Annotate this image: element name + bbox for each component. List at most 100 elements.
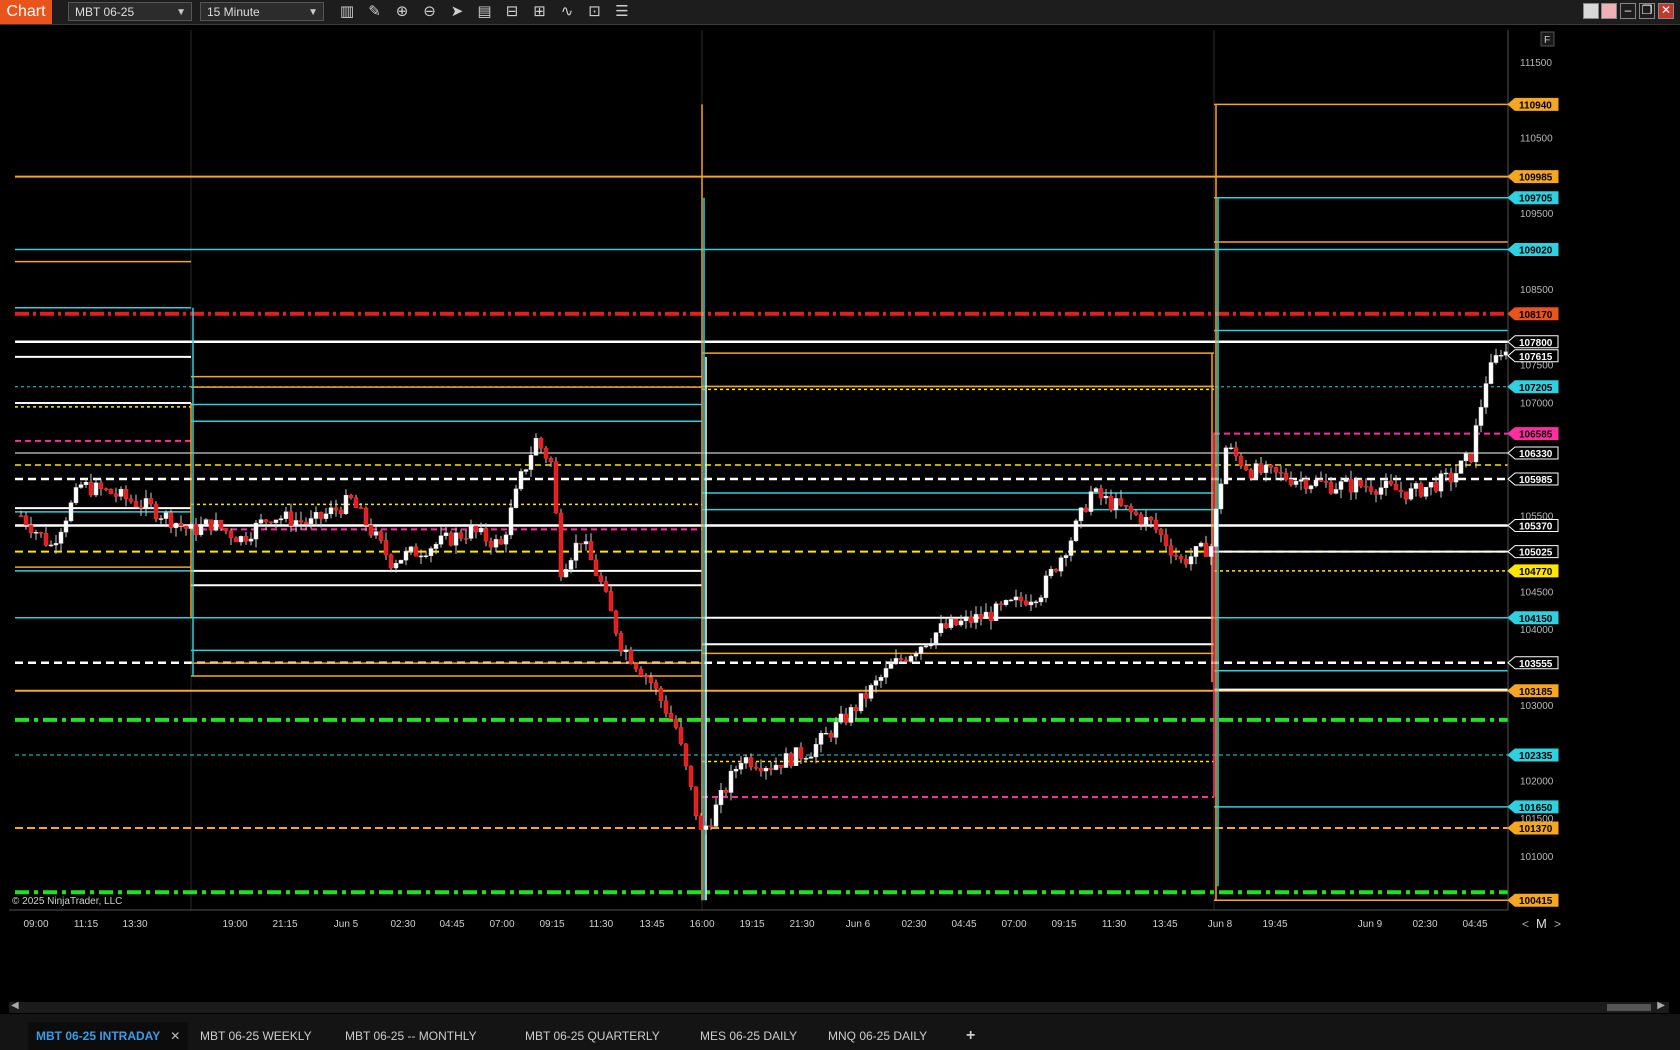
time-tick-label: 04:45: [951, 919, 976, 930]
tab-mes-daily[interactable]: MES 06-25 DAILY: [692, 1022, 805, 1050]
tab-label: MBT 06-25 QUARTERLY: [525, 1029, 660, 1043]
candle-body: [863, 693, 869, 699]
candle-body: [928, 643, 934, 647]
candle-body: [1483, 383, 1489, 408]
tab-mbt-intraday[interactable]: MBT 06-25 INTRADAY ✕: [28, 1022, 189, 1050]
pointer-icon[interactable]: ➤: [446, 2, 468, 22]
price-label-text: 107615: [1519, 352, 1553, 363]
chart-tag[interactable]: Chart: [0, 0, 52, 24]
candle-body: [923, 645, 929, 648]
candle-body: [933, 632, 939, 644]
candle-body: [298, 520, 304, 523]
candle-body: [593, 559, 599, 576]
candle-body: [148, 498, 154, 505]
templates-icon[interactable]: ⊟: [501, 2, 523, 22]
candle-body: [1408, 488, 1414, 500]
candle-body: [228, 530, 234, 539]
candle-body: [1128, 506, 1134, 513]
close-tab-icon[interactable]: ✕: [170, 1029, 180, 1043]
candle-body: [673, 718, 679, 728]
candle-body: [743, 757, 749, 764]
candle-body: [538, 437, 544, 449]
candle-body: [1493, 355, 1499, 363]
add-tab-button[interactable]: +: [958, 1022, 983, 1050]
data-box-icon[interactable]: ▤: [474, 2, 496, 22]
candle-body: [1018, 596, 1024, 602]
scroll-left-icon[interactable]: ◀: [11, 1000, 19, 1011]
indicators-icon[interactable]: ∿: [556, 2, 578, 22]
candle-body: [758, 768, 764, 772]
candle-body: [463, 538, 469, 540]
candle-body: [453, 532, 459, 546]
restore-tile-icon[interactable]: [1583, 3, 1599, 19]
candle-body: [278, 518, 284, 521]
price-chart[interactable]: 1115001105001095001085001075001070001060…: [9, 30, 1622, 976]
list-icon[interactable]: ☰: [611, 2, 633, 22]
zoom-in-icon[interactable]: ⊕: [391, 2, 413, 22]
pencil-icon[interactable]: ✎: [364, 2, 386, 22]
candle-body: [1318, 479, 1324, 482]
minimize-icon[interactable]: –: [1620, 3, 1636, 19]
scroll-right-button[interactable]: >: [1554, 917, 1561, 931]
bars-type-icon[interactable]: ▥: [336, 2, 358, 22]
scroll-thumb[interactable]: [1607, 1004, 1651, 1011]
strategies-icon[interactable]: ⊞: [529, 2, 551, 22]
candle-body: [273, 519, 279, 523]
tab-mnq-daily[interactable]: MNQ 06-25 DAILY: [820, 1022, 935, 1050]
candle-body: [898, 658, 904, 661]
price-label-text: 106330: [1519, 449, 1553, 460]
close-window-icon[interactable]: ✕: [1658, 3, 1674, 19]
price-tick-label: 111500: [1520, 58, 1552, 69]
price-label-tag: 105025: [1507, 545, 1559, 559]
candle-body: [338, 509, 344, 514]
candle-body: [1313, 479, 1319, 487]
candle-body: [118, 488, 124, 497]
candle-body: [1138, 514, 1144, 525]
candle-body: [288, 511, 294, 527]
zoom-out-icon[interactable]: ⊖: [419, 2, 441, 22]
tab-mbt-monthly[interactable]: MBT 06-25 -- MONTHLY: [337, 1022, 485, 1050]
mode-button[interactable]: M: [1536, 916, 1547, 931]
chart-area[interactable]: 1115001105001095001085001075001070001060…: [9, 30, 1622, 976]
candle-body: [623, 649, 629, 652]
properties-icon[interactable]: ⊡: [584, 2, 606, 22]
horizontal-scrollbar[interactable]: ◀ ▶: [9, 1000, 1669, 1013]
candle-body: [653, 682, 659, 689]
time-tick-label: 02:30: [901, 919, 926, 930]
candle-body: [1473, 425, 1479, 463]
time-tick-label: 11:15: [74, 919, 99, 930]
price-label-tag: 109020: [1507, 243, 1559, 257]
candle-body: [1063, 555, 1069, 558]
link-color-icon[interactable]: [1601, 3, 1617, 19]
candle-body: [1243, 465, 1249, 471]
candle-body: [1028, 601, 1034, 606]
candle-body: [123, 488, 129, 500]
candle-body: [998, 603, 1004, 605]
tab-label: MES 06-25 DAILY: [700, 1029, 798, 1043]
scroll-right-icon[interactable]: ▶: [1657, 1000, 1665, 1011]
candle-body: [258, 519, 264, 524]
candle-body: [183, 525, 189, 529]
candle-body: [218, 520, 224, 529]
time-tick-label: 09:00: [23, 919, 48, 930]
candle-body: [103, 488, 109, 491]
tab-mbt-quarterly[interactable]: MBT 06-25 QUARTERLY: [517, 1022, 668, 1050]
candle-body: [168, 512, 174, 528]
candle-body: [1363, 485, 1369, 488]
interval-selector[interactable]: 15 Minute ▼: [200, 2, 324, 21]
maximize-icon[interactable]: ❐: [1639, 3, 1655, 19]
candle-body: [1078, 507, 1084, 522]
chart-tab-bar: MBT 06-25 INTRADAY ✕ MBT 06-25 WEEKLY MBT…: [0, 1014, 1680, 1050]
candle-body: [1248, 469, 1254, 479]
candle-body: [1388, 480, 1394, 485]
price-label-tag: 101370: [1507, 821, 1559, 835]
candle-body: [1033, 601, 1039, 604]
instrument-selector[interactable]: MBT 06-25 ▼: [68, 2, 192, 21]
tab-mbt-weekly[interactable]: MBT 06-25 WEEKLY: [192, 1022, 320, 1050]
candle-body: [1298, 479, 1304, 482]
tab-label: MBT 06-25 INTRADAY: [36, 1029, 161, 1043]
candle-body: [1378, 487, 1384, 495]
candle-body: [1353, 479, 1359, 493]
scroll-left-button[interactable]: <: [1522, 917, 1529, 931]
time-tick-label: Jun 8: [1208, 919, 1233, 930]
